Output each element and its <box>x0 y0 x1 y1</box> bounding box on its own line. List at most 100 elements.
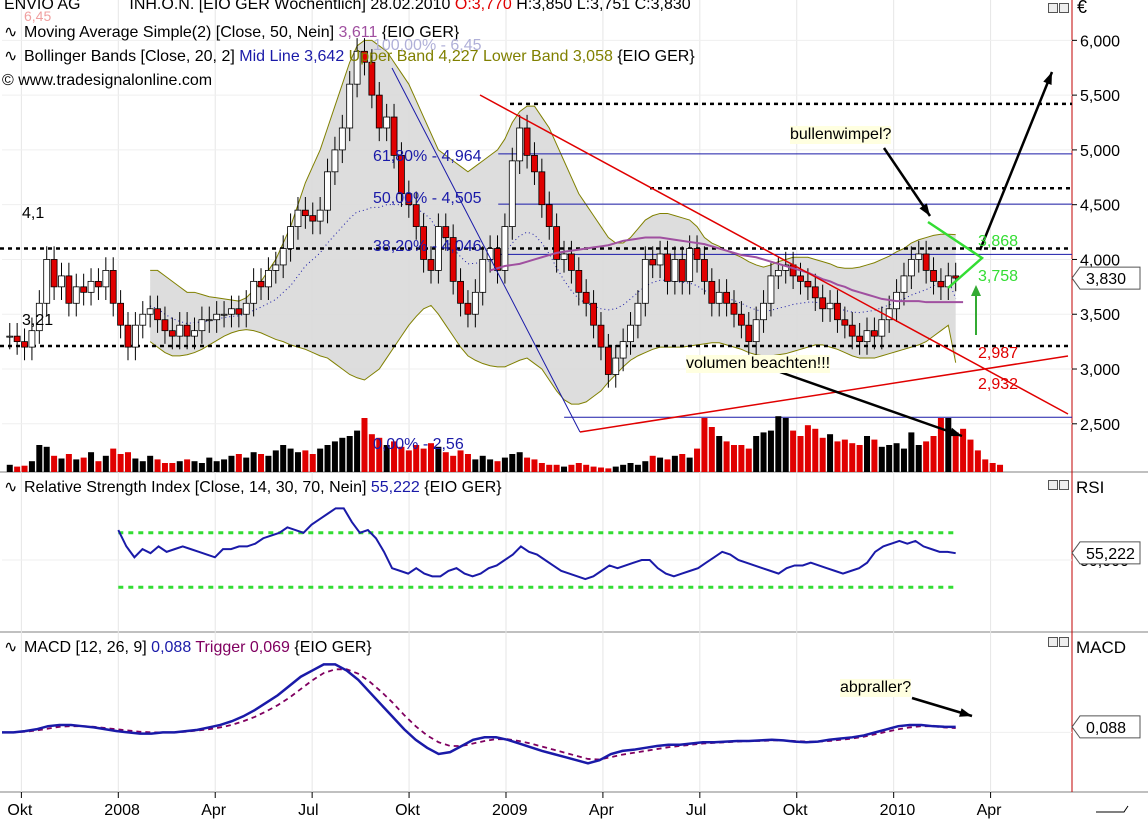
macd-legend-value: 0,088 <box>151 639 192 656</box>
close-icon[interactable] <box>1059 637 1069 647</box>
bb-legend: ∿ Bollinger Bands [Close, 20, 2] Mid Line… <box>4 46 695 66</box>
volume-bar <box>583 464 590 472</box>
fib-382-label: 38,20% - 4,046 <box>373 238 482 255</box>
volume-bar <box>568 464 575 472</box>
minimize-icon[interactable] <box>1048 480 1058 490</box>
candle-body <box>331 149 339 173</box>
price-panel: 6,0005,5005,0004,5004,0003,5003,0002,500… <box>0 0 1148 793</box>
volume-bar <box>331 441 338 472</box>
volume-bar <box>908 432 915 472</box>
candle-body <box>375 94 383 129</box>
candle-body <box>597 324 605 348</box>
candle-body <box>930 270 937 282</box>
volume-bar <box>28 461 35 472</box>
candle-body <box>656 253 664 266</box>
volume-bar <box>775 416 782 472</box>
candle-body <box>737 313 745 326</box>
volume-bar <box>88 452 95 472</box>
volume-bar <box>309 454 316 472</box>
candle-body <box>427 259 435 271</box>
volume-bar <box>442 452 449 472</box>
volume-bar <box>620 464 627 472</box>
bb-legend-mid: Mid Line 3,642 <box>239 48 345 65</box>
candle-body <box>516 127 524 162</box>
rsi-panel-buttons[interactable] <box>1048 477 1070 490</box>
candle-body <box>346 83 354 129</box>
candle-body <box>612 357 620 375</box>
volume-bar <box>479 455 486 472</box>
candle-body <box>568 253 575 271</box>
time-axis-label: Jul <box>298 802 318 819</box>
candle-body <box>301 209 309 217</box>
fib-50-label: 50,00% - 4,505 <box>373 190 482 207</box>
time-axis-label: Apr <box>977 802 1003 819</box>
candle-body <box>797 275 804 282</box>
candle-body <box>279 248 287 266</box>
candle-body <box>523 127 531 156</box>
candle-body <box>915 253 923 260</box>
macd-panel-title: MACD <box>1076 638 1127 657</box>
rsi-current-label: 55,222 <box>1086 546 1135 563</box>
candle-body <box>324 171 331 211</box>
candle-body <box>708 280 716 304</box>
volume-bar <box>767 430 774 472</box>
candle-body <box>287 226 294 249</box>
candle-body <box>131 324 139 348</box>
candle-body <box>309 215 317 222</box>
close-icon[interactable] <box>1059 480 1069 490</box>
candle-body <box>531 154 538 173</box>
close-icon[interactable] <box>1059 3 1069 13</box>
volume-bar <box>760 432 767 472</box>
volume-bar <box>871 439 878 472</box>
candle-body <box>538 171 546 206</box>
volume-bar <box>6 464 13 472</box>
candle-body <box>257 280 265 288</box>
volume-bar <box>694 448 701 472</box>
macd-panel-buttons[interactable] <box>1048 634 1070 647</box>
level-321-label: 3,21 <box>22 312 54 329</box>
candle-body <box>604 346 612 375</box>
fib-100-label: 100,00% - 6,45 <box>373 37 482 54</box>
rsi-legend-value: 55,222 <box>370 479 420 496</box>
candle-body <box>72 286 80 304</box>
candle-body <box>767 275 775 304</box>
candle-body <box>878 319 886 337</box>
candle-body <box>213 313 221 321</box>
candle-body <box>21 341 28 348</box>
macd-line <box>2 663 956 765</box>
candle-body <box>627 324 634 343</box>
time-axis-label: Apr <box>201 802 227 819</box>
time-axis-label: 2008 <box>104 802 140 819</box>
candle-body <box>664 253 671 282</box>
volume-bar <box>176 461 183 472</box>
candle-body <box>58 275 65 288</box>
volume-bar <box>110 448 117 472</box>
volume-bar <box>864 436 871 472</box>
volume-bar <box>701 418 708 472</box>
wave-icon: ∿ <box>4 479 18 496</box>
ma-legend-text: Moving Average Simple(2) [Close, 50, Nei… <box>24 24 335 41</box>
currency-label: € <box>1077 0 1088 17</box>
volumen-note: volumen beachten!!! <box>686 355 831 373</box>
main-panel-buttons[interactable] <box>1048 0 1070 13</box>
volume-bar <box>36 445 43 472</box>
candle-body <box>191 330 198 337</box>
volume-bar <box>317 448 324 472</box>
volume-bar <box>487 459 494 472</box>
candle-body <box>109 270 117 304</box>
volume-bar <box>73 459 80 472</box>
volume-bar <box>117 454 124 472</box>
time-axis: Okt 2008 Apr Jul Okt 2009 Apr Jul Okt 2010 Apr <box>7 792 1129 819</box>
candle-body <box>117 302 125 326</box>
volume-bar <box>671 455 678 472</box>
volume-bar <box>923 441 930 472</box>
candle-body <box>6 335 14 338</box>
minimize-icon[interactable] <box>1048 3 1058 13</box>
candle-body <box>161 319 169 332</box>
red-line-label-1: 2,987 <box>978 345 1019 362</box>
volume-bar <box>538 463 545 472</box>
bullenwimpel-note: bullenwimpel? <box>790 126 892 144</box>
candle-body <box>937 280 945 288</box>
candle-body <box>752 319 760 343</box>
minimize-icon[interactable] <box>1048 637 1058 647</box>
